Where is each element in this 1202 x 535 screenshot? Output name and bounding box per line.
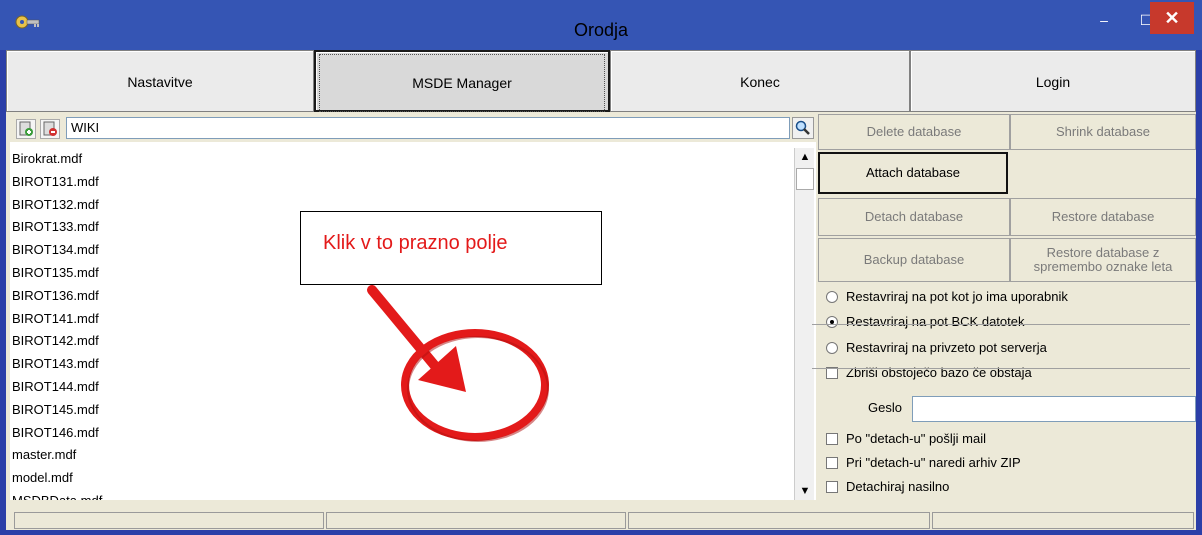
list-item[interactable]: BIROT141.mdf — [10, 308, 792, 331]
tab-konec[interactable]: Konec — [610, 50, 910, 112]
tab-label: Konec — [740, 74, 780, 90]
actions-panel: Delete database Shrink database Attach d… — [818, 114, 1196, 500]
password-input[interactable] — [912, 396, 1196, 422]
list-item[interactable]: BIROT142.mdf — [10, 330, 792, 353]
minimize-button[interactable]: – — [1082, 4, 1126, 38]
status-panel — [14, 512, 324, 529]
radio-selected-icon[interactable] — [826, 316, 838, 328]
restore-database-change-year-button[interactable]: Restore database z spremembo oznake leta — [1010, 238, 1196, 282]
tab-nastavitve[interactable]: Nastavitve — [6, 50, 314, 112]
toolbar: WIKI — [10, 114, 816, 142]
status-panel — [326, 512, 626, 529]
client-area: Nastavitve MSDE Manager Konec Login WIKI… — [6, 50, 1196, 529]
scroll-thumb[interactable] — [796, 168, 814, 190]
checkbox-delete-existing[interactable]: Zbriši obstoječo bazo če obstaja — [826, 362, 1032, 384]
list-item[interactable]: model.mdf — [10, 467, 792, 490]
checkbox-create-zip[interactable]: Pri "detach-u" naredi arhiv ZIP — [826, 452, 1021, 474]
radio-icon[interactable] — [826, 291, 838, 303]
radio-restore-user-path[interactable]: Restavriraj na pot kot jo ima uporabnik — [826, 286, 1068, 308]
radio-restore-bck-path[interactable]: Restavriraj na pot BCK datotek — [826, 311, 1024, 333]
option-label: Detachiraj nasilno — [846, 479, 950, 494]
search-input[interactable]: WIKI — [66, 117, 790, 139]
status-panel — [628, 512, 930, 529]
option-label: Restavriraj na pot BCK datotek — [846, 314, 1025, 329]
tab-msde-manager[interactable]: MSDE Manager — [314, 50, 610, 112]
remove-database-icon[interactable] — [40, 119, 60, 139]
delete-database-button[interactable]: Delete database — [818, 114, 1010, 150]
checkbox-icon[interactable] — [826, 481, 838, 493]
list-item[interactable]: BIROT146.mdf — [10, 422, 792, 445]
radio-icon[interactable] — [826, 342, 838, 354]
detach-database-button[interactable]: Detach database — [818, 198, 1010, 236]
close-button[interactable]: ✕ — [1150, 2, 1194, 34]
tab-label: Nastavitve — [127, 74, 193, 90]
list-item[interactable]: Birokrat.mdf — [10, 148, 792, 171]
list-item[interactable]: BIROT145.mdf — [10, 399, 792, 422]
add-database-icon[interactable] — [16, 119, 36, 139]
backup-database-button[interactable]: Backup database — [818, 238, 1010, 282]
search-icon[interactable] — [792, 117, 814, 139]
option-label: Zbriši obstoječo bazo če obstaja — [846, 365, 1032, 380]
option-label: Restavriraj na privzeto pot serverja — [846, 340, 1047, 355]
option-label: Restavriraj na pot kot jo ima uporabnik — [846, 289, 1068, 304]
tab-login[interactable]: Login — [910, 50, 1196, 112]
checkbox-icon[interactable] — [826, 457, 838, 469]
tab-label: MSDE Manager — [319, 54, 605, 112]
password-label: Geslo — [868, 400, 902, 415]
scroll-up-icon[interactable]: ▲ — [795, 148, 815, 166]
restore-options: Restavriraj na pot kot jo ima uporabnik … — [818, 286, 1196, 396]
list-item[interactable]: BIROT144.mdf — [10, 376, 792, 399]
tab-label: Login — [1035, 74, 1071, 90]
window-title: Orodja — [573, 20, 629, 40]
database-file-list[interactable]: Birokrat.mdf BIROT131.mdf BIROT132.mdf BIRO… — [10, 148, 792, 500]
database-panel: WIKI Birokrat.mdf BIROT131.mdf BIROT132.md… — [10, 114, 816, 500]
list-item[interactable]: master.mdf — [10, 444, 792, 467]
status-bar — [6, 510, 1196, 530]
scroll-down-icon[interactable]: ▼ — [795, 482, 815, 500]
option-label: Pri "detach-u" naredi arhiv ZIP — [846, 455, 1021, 470]
list-item[interactable]: BIROT131.mdf — [10, 171, 792, 194]
checkbox-force-detach[interactable]: Detachiraj nasilno — [826, 476, 949, 498]
list-item[interactable]: BIROT136.mdf — [10, 285, 792, 308]
radio-restore-server-path[interactable]: Restavriraj na privzeto pot serverja — [826, 337, 1047, 359]
checkbox-icon[interactable] — [826, 433, 838, 445]
annotation-callout: Klik v to prazno polje — [300, 211, 602, 285]
restore-database-button[interactable]: Restore database — [1010, 198, 1196, 236]
divider — [812, 368, 1190, 369]
title-bar[interactable]: Orodja – ☐ ✕ — [0, 0, 1202, 50]
shrink-database-button[interactable]: Shrink database — [1010, 114, 1196, 150]
status-panel — [932, 512, 1194, 529]
list-item[interactable]: BIROT143.mdf — [10, 353, 792, 376]
checkbox-send-mail[interactable]: Po "detach-u" pošlji mail — [826, 428, 986, 450]
divider — [812, 324, 1190, 325]
list-item[interactable]: MSDBData.mdf — [10, 490, 792, 500]
attach-database-button[interactable]: Attach database — [818, 152, 1008, 194]
option-label: Po "detach-u" pošlji mail — [846, 431, 987, 446]
file-list-scrollbar[interactable]: ▲ ▼ — [794, 148, 814, 500]
